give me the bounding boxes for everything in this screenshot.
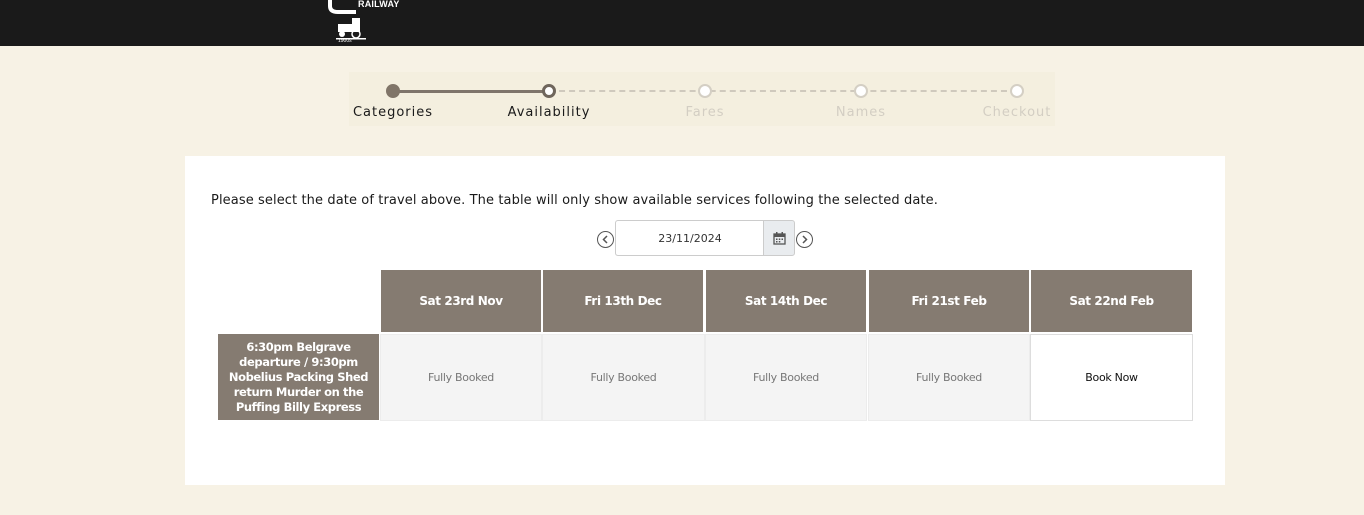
step-dot-categories[interactable] [386,84,400,98]
next-date-button[interactable] [796,231,813,248]
step-label-checkout: Checkout [982,105,1052,120]
step-dot-availability[interactable] [542,84,556,98]
instruction-text: Please select the date of travel above. … [211,193,938,208]
top-navigation-bar [0,0,1364,46]
availability-cell-fully-booked: Fully Booked [542,334,705,421]
availability-cell-fully-booked: Fully Booked [705,334,867,421]
service-row-header: 6:30pm Belgrave departure / 9:30pm Nobel… [218,334,379,420]
column-header-date: Fri 21st Feb [869,270,1029,332]
step-label-categories[interactable]: Categories [333,105,453,120]
availability-cell-fully-booked: Fully Booked [868,334,1030,421]
step-dot-names [854,84,868,98]
availability-cell-fully-booked: Fully Booked [380,334,542,421]
step-label-availability[interactable]: Availability [489,105,609,120]
chevron-right-icon [802,235,808,244]
step-connector-done [393,89,549,93]
calendar-button[interactable] [763,220,795,256]
column-header-date: Sat 22nd Feb [1031,270,1192,332]
step-dot-checkout [1010,84,1024,98]
calendar-icon [772,231,786,245]
previous-date-button[interactable] [597,231,614,248]
book-now-button[interactable]: Book Now [1030,334,1193,421]
travel-date-input[interactable] [615,220,764,256]
chevron-left-icon [602,235,608,244]
step-label-names: Names [835,105,887,120]
column-header-date: Sat 14th Dec [706,270,866,332]
column-header-date: Fri 13th Dec [543,270,703,332]
step-label-fares: Fares [685,105,725,120]
step-connector-todo [549,90,1017,92]
svg-text:1900s: 1900s [338,38,352,42]
column-header-date: Sat 23rd Nov [381,270,541,332]
steam-train-icon: 1900s [336,18,366,42]
step-dot-fares [698,84,712,98]
